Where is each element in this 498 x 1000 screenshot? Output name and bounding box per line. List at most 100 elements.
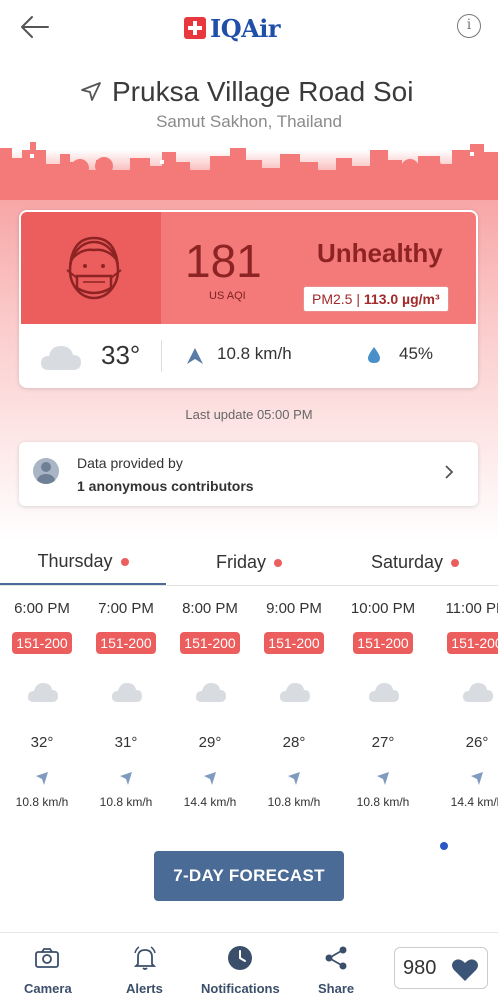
hour-temperature: 31° (114, 734, 138, 751)
humidity-value: 45% (399, 344, 434, 363)
wind-speed: 10.8 km/h (217, 344, 292, 363)
hour-time: 10:00 PM (350, 600, 416, 617)
status-dot (451, 558, 460, 567)
bell-icon (133, 946, 157, 970)
face-icon-box (21, 212, 161, 324)
aqi-range-badge: 151-200 (353, 632, 413, 654)
aqi-card: 181 US AQI Unhealthy PM2.5 | 113.0 µg/m³… (19, 210, 478, 388)
status-dot (274, 558, 282, 567)
back-arrow-icon[interactable] (18, 12, 52, 42)
wind-direction-icon (187, 348, 203, 364)
aqi-status: Unhealthy (317, 238, 443, 268)
humidity-drop-icon (368, 347, 380, 363)
nav-share[interactable]: Share (310, 941, 364, 997)
hourly-item: 11:00 PM 151-200 26° 14.4 km/h (435, 590, 498, 830)
hour-wind: 10.8 km/h (15, 795, 69, 809)
contributors-count: 1 anonymous contributors (77, 478, 254, 494)
hour-wind: 10.8 km/h (356, 795, 410, 809)
hour-time: 9:00 PM (266, 600, 322, 617)
cloud-icon (463, 683, 493, 702)
nav-label: Alerts (126, 981, 163, 996)
like-count: 980 (403, 957, 437, 979)
cloud-icon (280, 683, 310, 702)
tab-label: Saturday (370, 552, 444, 572)
day-tabs: Thursday Friday Saturday (0, 540, 498, 586)
hour-temperature: 29° (198, 734, 222, 751)
pollutant-badge: PM2.5 | 113.0 µg/m³ (303, 286, 449, 312)
nav-camera[interactable]: Camera (18, 941, 78, 997)
location-region: Samut Sakhon, Thailand (156, 112, 342, 131)
iqair-logo: IQAir (184, 13, 281, 43)
swiss-cross-icon (184, 17, 206, 39)
hourly-item: 7:00 PM 151-200 31° 10.8 km/h (84, 590, 168, 830)
nav-label: Camera (24, 981, 72, 996)
hourly-item: 10:00 PM 151-200 27° 10.8 km/h (341, 590, 425, 830)
contributors-card[interactable]: Data provided by 1 anonymous contributor… (19, 442, 478, 506)
weather-row: 33° 10.8 km/h 45% (19, 326, 478, 388)
hour-temperature: 32° (30, 734, 54, 751)
masked-face-icon (66, 236, 122, 300)
seven-day-forecast-button[interactable]: 7-DAY FORECAST (154, 851, 344, 901)
aqi-range-badge: 151-200 (180, 632, 240, 654)
hour-wind: 14.4 km/h (450, 795, 498, 809)
hourly-forecast[interactable]: 6:00 PM 151-200 32° 10.8 km/h 7:00 PM 15… (0, 590, 498, 830)
nav-alerts[interactable]: Alerts (116, 941, 176, 997)
status-dot (120, 557, 129, 566)
cloud-icon (112, 683, 142, 702)
nav-label: Notifications (201, 981, 280, 996)
like-button[interactable]: 980 (394, 947, 488, 989)
nav-label: Share (318, 981, 355, 996)
top-bar: IQAir i (0, 0, 498, 56)
hour-temperature: 27° (371, 734, 395, 751)
tab-thursday[interactable]: Thursday (0, 540, 166, 585)
wind-direction-icon (204, 772, 216, 785)
hourly-item: 9:00 PM 151-200 28° 10.8 km/h (252, 590, 336, 830)
camera-icon (35, 948, 59, 968)
aqi-range-badge: 151-200 (447, 632, 498, 654)
navigation-arrow-icon (81, 82, 101, 101)
wind-direction-icon (377, 772, 389, 785)
cloud-icon (369, 683, 399, 702)
hour-wind: 10.8 km/h (267, 795, 321, 809)
last-update: Last update 05:00 PM (185, 407, 313, 422)
chevron-right-icon (445, 465, 454, 479)
aqi-range-badge: 151-200 (264, 632, 324, 654)
hour-temperature: 28° (282, 734, 306, 751)
hour-time: 11:00 PM (445, 600, 498, 617)
cloud-icon (41, 346, 81, 370)
wind-direction-icon (288, 772, 300, 785)
hour-time: 7:00 PM (98, 600, 154, 617)
hour-time: 6:00 PM (14, 600, 70, 617)
aqi-banner: 181 US AQI Unhealthy PM2.5 | 113.0 µg/m³ (21, 212, 476, 324)
current-temperature: 33° (101, 340, 141, 370)
location-name: Pruksa Village Road Soi (112, 76, 414, 107)
heart-icon (452, 959, 478, 981)
hour-temperature: 26° (465, 734, 489, 751)
aqi-range-badge: 151-200 (12, 632, 72, 654)
aqi-value: 181 (185, 235, 262, 287)
logo-text: IQAir (210, 13, 281, 43)
info-icon[interactable]: i (457, 14, 481, 38)
pollutant-name: PM2.5 (312, 291, 353, 307)
aqi-unit: US AQI (209, 290, 246, 302)
city-skyline-illustration (0, 142, 498, 200)
divider (161, 340, 162, 372)
pollutant-separator: | (352, 291, 364, 307)
clock-icon (228, 946, 252, 970)
tab-friday[interactable]: Friday (166, 540, 332, 585)
pollutant-concentration: 113.0 µg/m³ (363, 291, 440, 307)
location-title: Pruksa Village Road Soi (78, 72, 438, 112)
hour-wind: 10.8 km/h (99, 795, 153, 809)
bottom-navigation: Camera Alerts Notifications Share 980 (0, 932, 498, 1000)
avatar (33, 458, 59, 484)
wind-direction-icon (120, 772, 132, 785)
hour-time: 8:00 PM (182, 600, 238, 617)
cloud-icon (196, 683, 226, 702)
share-icon (325, 946, 347, 970)
hour-wind: 14.4 km/h (183, 795, 237, 809)
cloud-icon (28, 683, 58, 702)
tab-saturday[interactable]: Saturday (332, 540, 498, 585)
hourly-item: 8:00 PM 151-200 29° 14.4 km/h (168, 590, 252, 830)
aqi-range-badge: 151-200 (96, 632, 156, 654)
nav-notifications[interactable]: Notifications (200, 941, 284, 997)
